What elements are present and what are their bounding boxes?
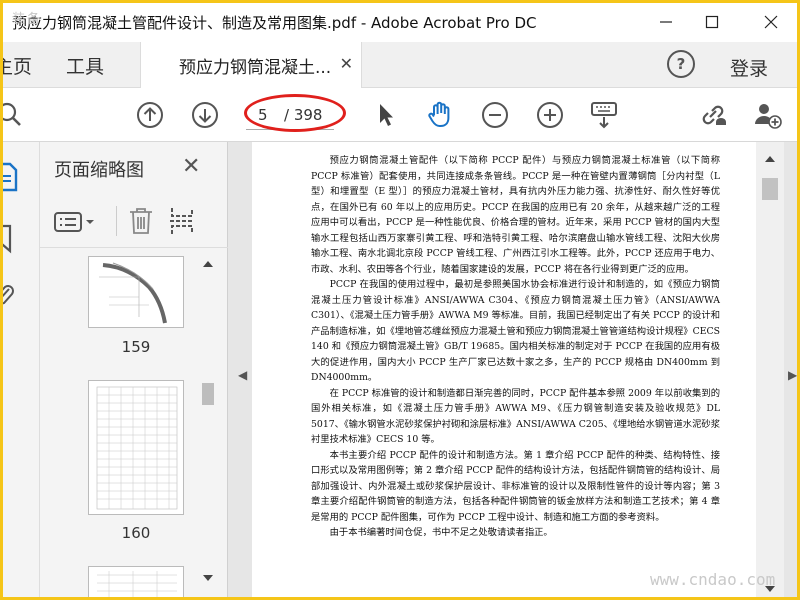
thumbnail-page-number: 159 <box>121 338 151 356</box>
select-tool-icon[interactable] <box>370 99 402 131</box>
paragraph: 预应力钢筒混凝土管配件（以下简称 PCCP 配件）与预应力钢筒混凝土标准管（以下… <box>311 155 720 275</box>
maximize-button[interactable] <box>697 8 727 36</box>
highlight-annotation <box>244 94 346 132</box>
panel-title: 页面缩略图 <box>54 160 144 181</box>
navigation-rail <box>0 142 40 600</box>
tab-document[interactable]: 预应力钢筒混凝土... ✕ <box>140 42 362 88</box>
paragraph: 本书主要介绍 PCCP 配件的设计和制造方法。第 1 章介绍 PCCP 配件的种… <box>311 449 720 523</box>
page-thumbnails-icon[interactable] <box>0 162 20 196</box>
paragraph: 在 PCCP 标准管的设计和制造都日渐完善的同时，PCCP 配件基本参照 200… <box>311 387 720 446</box>
bookmark-icon[interactable] <box>0 224 16 258</box>
help-icon[interactable]: ? <box>667 50 695 78</box>
hand-tool-icon[interactable] <box>424 99 456 131</box>
attachment-icon[interactable] <box>0 282 16 316</box>
thumbnail-page-159[interactable] <box>88 256 184 328</box>
document-scrollbar[interactable] <box>756 142 784 600</box>
document-view: 预应力钢筒混凝土管配件（以下简称 PCCP 配件）与预应力钢筒混凝土标准管（以下… <box>228 142 800 600</box>
thumbnail-page-161[interactable] <box>88 566 184 600</box>
expand-right-panel-icon[interactable]: ▶ <box>788 368 797 382</box>
toolbar: 5 / 398 <box>0 88 800 142</box>
panel-divider <box>116 206 117 236</box>
maximize-icon <box>705 15 719 29</box>
tab-home[interactable]: 主页 <box>0 52 32 79</box>
site-watermark: www.cndao.com <box>650 570 776 589</box>
tab-document-label: 预应力钢筒混凝土... <box>179 58 332 78</box>
window-title: 预应力钢筒混凝土管配件设计、制造及常用图集.pdf - Adobe Acroba… <box>12 14 537 32</box>
tab-close-icon[interactable]: ✕ <box>340 54 353 73</box>
previous-page-icon[interactable] <box>134 99 166 131</box>
delete-page-icon[interactable] <box>128 206 154 240</box>
tab-tools[interactable]: 工具 <box>66 52 104 79</box>
thumbnail-image <box>97 571 177 599</box>
thumbnail-panel: 页面缩略图 ✕ 159 160 <box>40 142 228 600</box>
paragraph: PCCP 在我国的使用过程中，最初是参照美国水协会标准进行设计和制造的，如《预应… <box>311 279 720 383</box>
next-page-icon[interactable] <box>189 99 221 131</box>
page-text: 预应力钢筒混凝土管配件（以下简称 PCCP 配件）与预应力钢筒混凝土标准管（以下… <box>311 153 720 541</box>
zoom-in-icon[interactable] <box>534 99 566 131</box>
thumbnail-image <box>99 262 167 324</box>
minimize-button[interactable] <box>651 8 681 36</box>
corner-watermark: 装备 <box>12 12 43 27</box>
panel-scrollbar[interactable] <box>200 257 216 587</box>
share-link-icon[interactable] <box>697 99 729 131</box>
thumbnail-page-160[interactable] <box>88 380 184 515</box>
panel-toolbar <box>40 198 228 248</box>
collapse-left-panel-icon[interactable]: ◀ <box>238 368 247 382</box>
title-bar: 预应力钢筒混凝土管配件设计、制造及常用图集.pdf - Adobe Acroba… <box>0 0 800 42</box>
close-window-button[interactable] <box>756 8 786 36</box>
add-user-icon[interactable] <box>751 99 783 131</box>
thumbnail-image <box>96 386 178 510</box>
login-button[interactable]: 登录 <box>730 54 768 81</box>
minimize-icon <box>660 21 672 23</box>
close-icon <box>764 15 778 29</box>
paragraph: 由于本书编著时间仓促，书中不足之处敬请读者指正。 <box>329 527 553 538</box>
search-icon[interactable] <box>0 99 26 131</box>
zoom-out-icon[interactable] <box>479 99 511 131</box>
thumbnail-options-icon[interactable] <box>54 210 98 238</box>
panel-close-icon[interactable]: ✕ <box>182 154 200 179</box>
extract-page-icon[interactable] <box>168 206 196 240</box>
pdf-page: 预应力钢筒混凝土管配件（以下简称 PCCP 配件）与预应力钢筒混凝土标准管（以下… <box>252 142 758 600</box>
thumbnail-page-number: 160 <box>121 524 151 542</box>
tab-bar: 主页 工具 预应力钢筒混凝土... ✕ ? 登录 <box>0 42 800 88</box>
keyboard-download-icon[interactable] <box>588 99 620 131</box>
